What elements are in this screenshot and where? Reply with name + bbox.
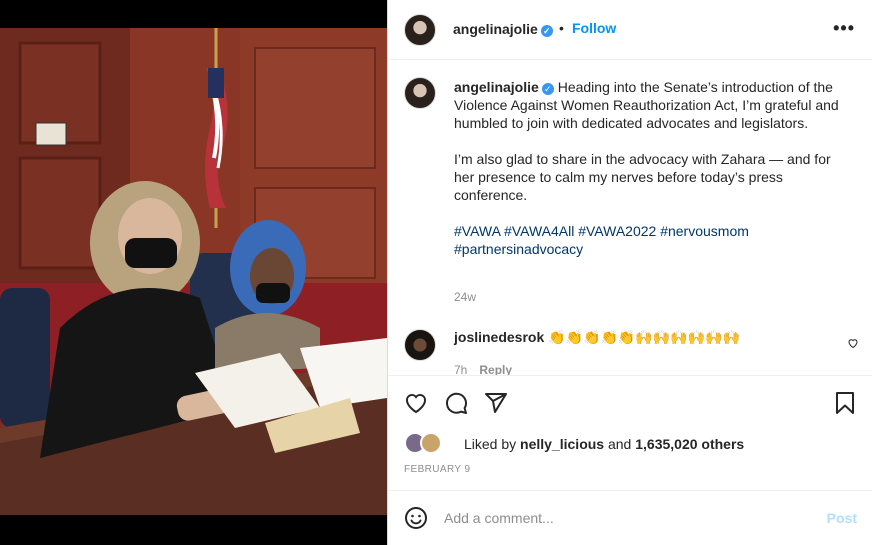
comment-like-heart-icon[interactable] (847, 337, 859, 349)
likes-and: and (607, 436, 632, 452)
likes-text: Liked by nelly_licious and 1,635,020 oth… (464, 436, 744, 452)
caption-paragraph-2: I’m also glad to share in the advocacy w… (454, 151, 831, 203)
likes-count[interactable]: 1,635,020 others (635, 436, 744, 452)
commenter-username[interactable]: joslinedesrok (454, 329, 544, 345)
add-comment-bar: Post (388, 490, 872, 545)
caption-time[interactable]: 24w (454, 290, 476, 304)
post-panel: angelinajolie ✓ • Follow ••• angelinajoli… (387, 0, 872, 545)
author-username-text[interactable]: angelinajolie (453, 21, 538, 37)
liker-avatar-2[interactable] (420, 432, 442, 454)
author-avatar[interactable] (404, 14, 436, 46)
post-photo (0, 0, 387, 545)
share-icon[interactable] (484, 391, 508, 415)
post-comment-button[interactable]: Post (827, 510, 857, 526)
author-username[interactable]: angelinajolie ✓ (453, 21, 553, 37)
emoji-icon[interactable] (404, 506, 428, 530)
follow-button[interactable]: Follow (572, 20, 616, 36)
comment-icon[interactable] (444, 391, 468, 415)
comment-body: 👏👏👏👏👏🙌🙌🙌🙌🙌🙌 (548, 329, 740, 345)
bookmark-icon[interactable] (833, 391, 857, 415)
verified-badge-icon: ✓ (540, 25, 553, 37)
comment-input[interactable] (444, 507, 804, 529)
liked-by-user[interactable]: nelly_licious (520, 436, 604, 452)
action-bar: Liked by nelly_licious and 1,635,020 oth… (388, 375, 872, 490)
caption-hashtags[interactable]: #VAWA #VAWA4All #VAWA2022 #nervousmom #p… (454, 222, 854, 258)
comments-area[interactable]: angelinajolie ✓ Heading into the Senate’s… (388, 61, 872, 375)
reply-button[interactable]: Reply (479, 363, 512, 375)
separator-dot: • (559, 20, 564, 36)
caption-verified-badge-icon: ✓ (541, 83, 554, 95)
more-icon[interactable]: ••• (833, 18, 855, 39)
caption-username[interactable]: angelinajolie (454, 79, 539, 95)
commenter-avatar[interactable] (404, 329, 436, 361)
post-image (0, 28, 387, 515)
heart-icon[interactable] (404, 391, 428, 415)
comment-meta: 7h Reply (454, 363, 512, 375)
post-header: angelinajolie ✓ • Follow ••• (388, 0, 872, 60)
caption-avatar[interactable] (404, 77, 436, 109)
caption-text: angelinajolie ✓ Heading into the Senate’s… (454, 78, 854, 258)
comment-text: joslinedesrok 👏👏👏👏👏🙌🙌🙌🙌🙌🙌 (454, 329, 740, 346)
comment-time: 7h (454, 363, 468, 375)
post-date[interactable]: FEBRUARY 9 (404, 464, 470, 475)
likes-prefix: Liked by (464, 436, 517, 452)
